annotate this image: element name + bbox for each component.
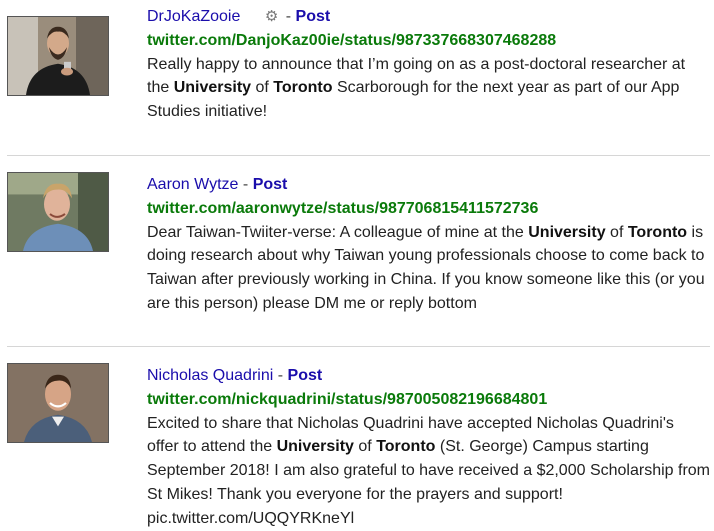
- avatar[interactable]: [7, 16, 109, 96]
- snippet-text: of: [251, 79, 274, 97]
- author-link[interactable]: Nicholas Quadrini: [147, 367, 273, 384]
- author-link[interactable]: DrJoKaZooie: [147, 8, 240, 25]
- gear-icon[interactable]: ⚙: [265, 5, 278, 29]
- avatar[interactable]: [7, 363, 109, 443]
- result-url[interactable]: twitter.com/aaronwytze/status/9877068154…: [147, 197, 710, 221]
- result-snippet: Really happy to announce that I’m going …: [147, 53, 710, 124]
- result-snippet: Dear Taiwan-Twiiter-verse: A colleague o…: [147, 221, 710, 316]
- highlight-term: Toronto: [627, 223, 688, 241]
- result-title: Nicholas Quadrini - Post: [147, 364, 710, 388]
- result-snippet: Excited to share that Nicholas Quadrini …: [147, 412, 710, 531]
- post-link[interactable]: Post: [253, 176, 288, 193]
- snippet-text: Dear Taiwan-Twiiter-verse: A colleague o…: [147, 223, 529, 241]
- snippet-text: of: [353, 438, 377, 456]
- search-result: Aaron Wytze - Post twitter.com/aaronwytz…: [0, 156, 714, 346]
- search-result: Nicholas Quadrini - Post twitter.com/nic…: [0, 347, 714, 531]
- highlight-term: Toronto: [376, 438, 436, 456]
- highlight-term: Toronto: [273, 79, 333, 97]
- highlight-term: University: [173, 79, 252, 97]
- post-link[interactable]: Post: [296, 8, 331, 25]
- post-link[interactable]: Post: [288, 367, 323, 384]
- result-title: DrJoKaZooie ⚙ - Post: [147, 5, 710, 29]
- title-separator: -: [285, 8, 296, 25]
- avatar[interactable]: [7, 172, 109, 252]
- snippet-text: of: [605, 223, 628, 241]
- result-url[interactable]: twitter.com/nickquadrini/status/98700508…: [147, 388, 710, 412]
- search-result: DrJoKaZooie ⚙ - Post twitter.com/DanjoKa…: [0, 0, 714, 155]
- title-separator: -: [242, 176, 253, 193]
- result-url[interactable]: twitter.com/DanjoKaz00ie/status/98733766…: [147, 29, 710, 53]
- title-separator: -: [277, 367, 288, 384]
- result-title: Aaron Wytze - Post: [147, 173, 710, 197]
- author-link[interactable]: Aaron Wytze: [147, 176, 238, 193]
- highlight-term: University: [276, 438, 354, 456]
- highlight-term: University: [528, 223, 606, 241]
